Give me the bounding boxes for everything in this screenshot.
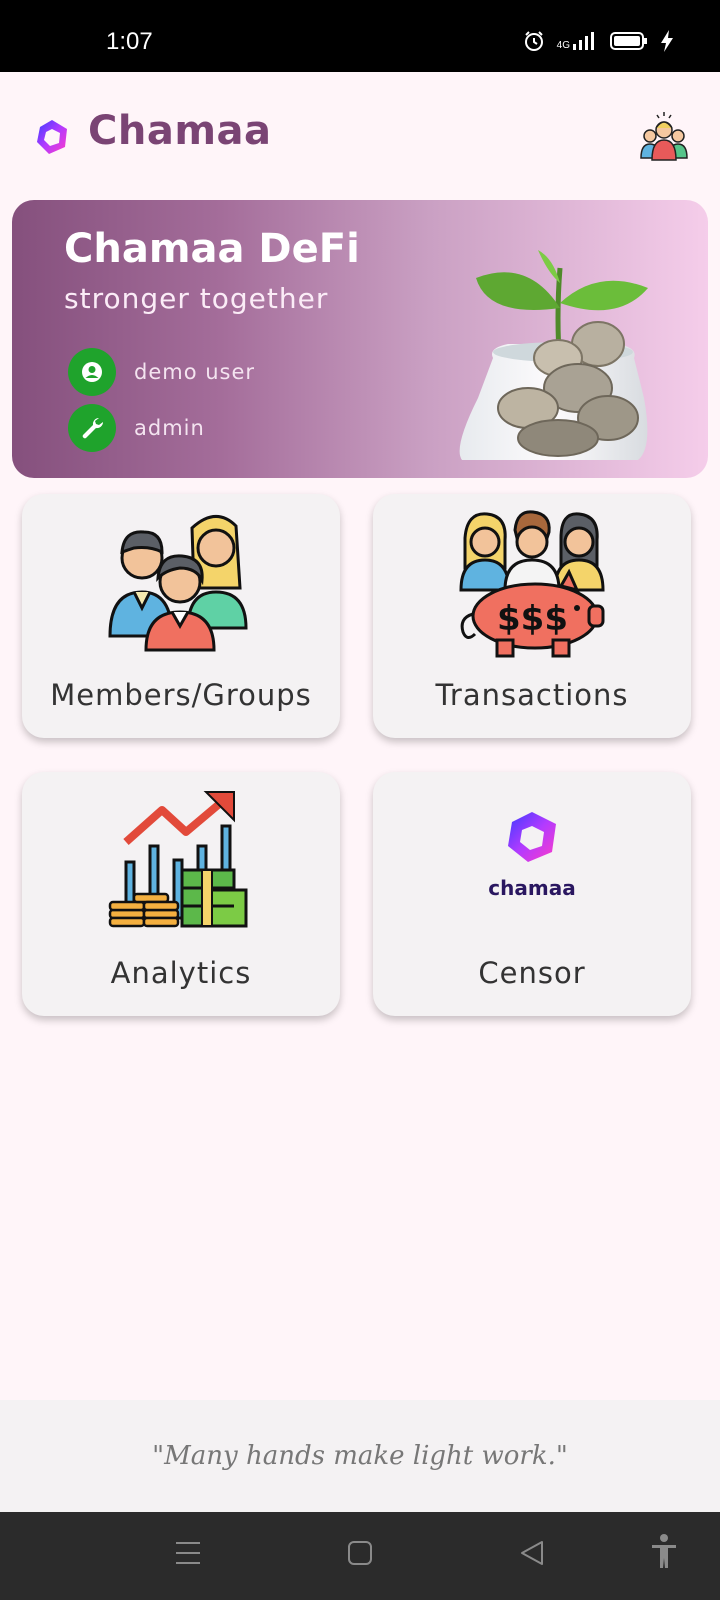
user-name: demo user <box>134 360 256 384</box>
censor-label: Censor <box>478 956 586 990</box>
hero-subtitle: stronger together <box>64 282 329 315</box>
members-groups-label: Members/Groups <box>50 678 312 712</box>
censor-card[interactable]: chamaa Censor <box>373 772 691 1016</box>
analytics-chart-icon <box>108 791 248 928</box>
home-icon[interactable] <box>346 1538 374 1568</box>
piggy-bank-icon: $$$ <box>459 510 605 658</box>
account-icon <box>68 348 116 396</box>
analytics-card[interactable]: Analytics <box>22 772 340 1016</box>
chamaa-logo-icon <box>508 812 556 862</box>
app-bar: Chamaa <box>0 72 720 198</box>
status-time: 1:07 <box>106 28 153 55</box>
battery-icon <box>610 32 647 50</box>
quote-footer: "Many hands make light work." <box>0 1400 720 1512</box>
chamaa-logo-icon <box>37 120 67 154</box>
members-groups-card[interactable]: Members/Groups <box>22 494 340 738</box>
members-groups-icon <box>108 515 248 652</box>
status-icons: 4G <box>523 30 674 52</box>
coin-jar-plant-image <box>459 250 648 460</box>
role-row: admin <box>68 404 205 452</box>
user-role: admin <box>134 416 205 440</box>
network-type: 4G <box>556 40 570 51</box>
transactions-card[interactable]: $$$ Transactions <box>373 494 691 738</box>
system-nav-bar <box>0 1512 720 1600</box>
hero-title: Chamaa DeFi <box>64 226 360 272</box>
user-row: demo user <box>68 348 255 396</box>
signal-icon: 4G <box>557 31 598 51</box>
alarm-icon <box>524 31 543 51</box>
transactions-label: Transactions <box>435 678 629 712</box>
app-title: Chamaa <box>88 108 272 154</box>
hero-banner: Chamaa DeFi stronger together demo user … <box>12 200 708 478</box>
svg-text:$$$: $$$ <box>497 599 568 639</box>
censor-logo-text: chamaa <box>488 876 576 900</box>
menu-icon[interactable] <box>174 1538 202 1568</box>
accessibility-icon[interactable] <box>650 1534 678 1570</box>
back-icon[interactable] <box>518 1538 546 1568</box>
wrench-icon <box>68 404 116 452</box>
charging-icon <box>661 30 673 52</box>
group-avatar-icon[interactable] <box>638 110 690 162</box>
status-bar: 1:07 4G <box>0 0 720 72</box>
footer-quote: "Many hands make light work." <box>152 1441 568 1471</box>
analytics-label: Analytics <box>110 956 252 990</box>
